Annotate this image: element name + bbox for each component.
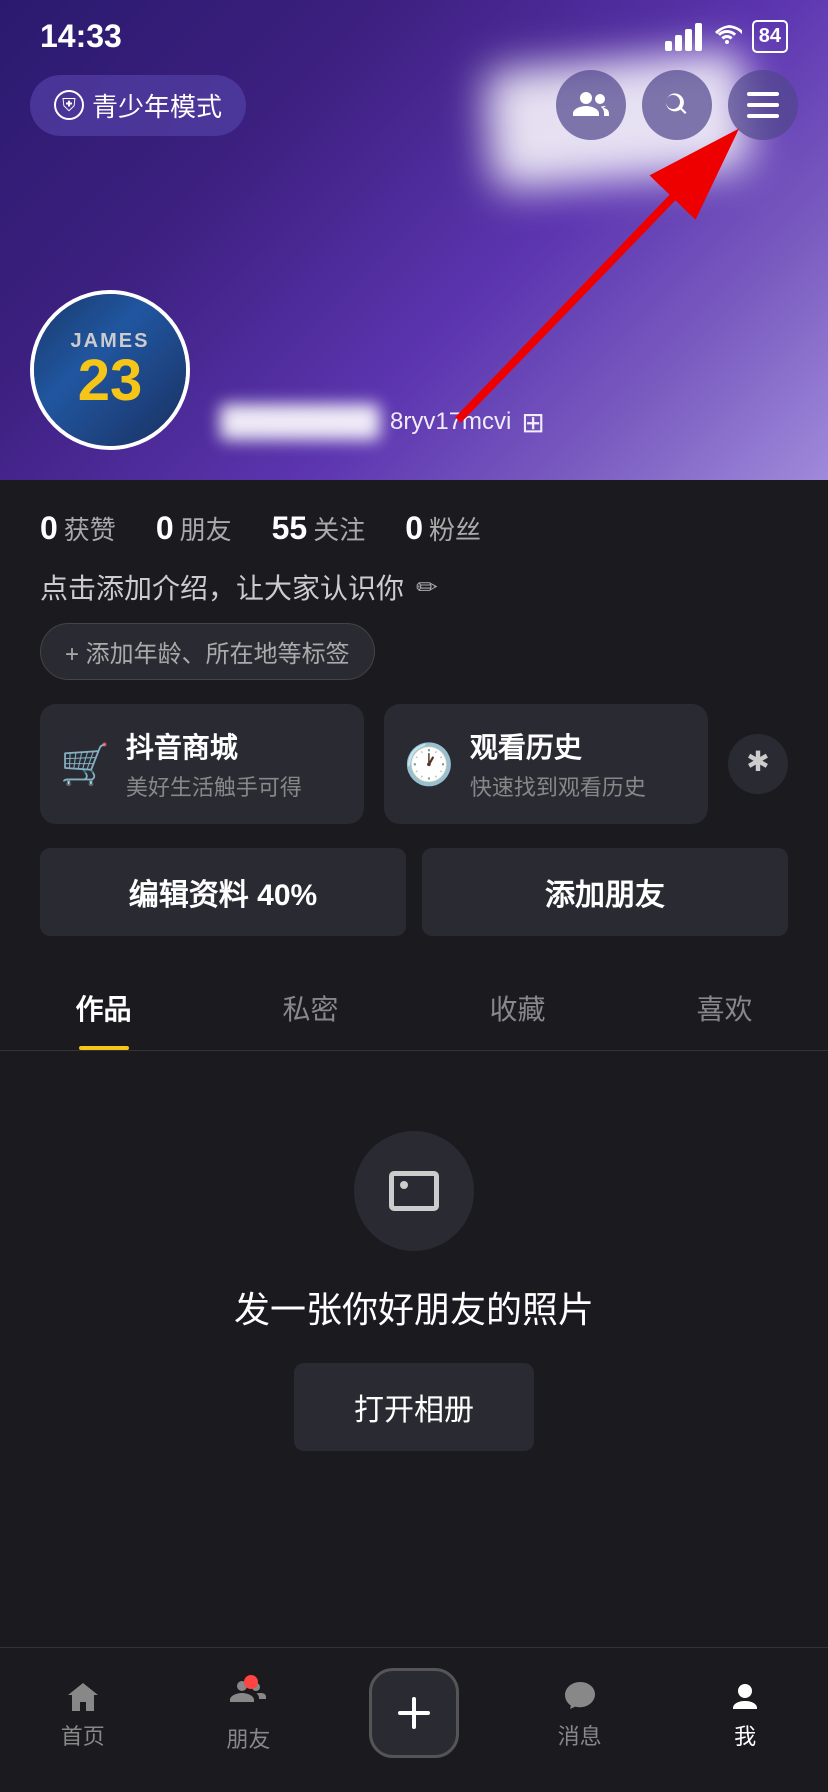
- tab-collect[interactable]: 收藏: [414, 966, 621, 1050]
- top-bar: ⛨ 青少年模式: [0, 70, 828, 140]
- search-button[interactable]: [642, 70, 712, 140]
- history-title: 观看历史: [470, 726, 646, 766]
- nav-add-icon: [392, 1691, 436, 1735]
- profile-header: ⛨ 青少年模式: [0, 0, 828, 480]
- empty-state: 发一张你好朋友的照片 打开相册: [0, 1051, 828, 1511]
- stat-likes-num: 0: [40, 510, 58, 547]
- feature-card-shop[interactable]: 🛒 抖音商城 美好生活触手可得: [40, 704, 364, 824]
- avatar[interactable]: JAMES 23: [30, 290, 190, 450]
- open-album-label: 打开相册: [354, 1394, 474, 1427]
- signal-icon: [665, 23, 702, 51]
- feature-card-history[interactable]: 🕐 观看历史 快速找到观看历史: [384, 704, 708, 824]
- stat-friends[interactable]: 0 朋友: [156, 510, 232, 547]
- menu-button[interactable]: [728, 70, 798, 140]
- nav-friends-notification-dot: [244, 1675, 258, 1689]
- empty-icon-circle: [354, 1131, 474, 1251]
- user-id-row: 8ryv17mcvi ⊞: [220, 404, 545, 440]
- bio-row[interactable]: 点击添加介绍，让大家认识你 ✏: [0, 567, 828, 623]
- asterisk-icon: ✱: [743, 749, 773, 779]
- status-bar: 14:33 84: [0, 0, 828, 65]
- stat-following-label: 关注: [313, 510, 365, 547]
- history-card-texts: 观看历史 快速找到观看历史: [470, 726, 646, 802]
- bio-edit-icon: ✏: [416, 572, 438, 603]
- tab-private[interactable]: 私密: [207, 966, 414, 1050]
- nav-messages-label: 消息: [558, 1719, 602, 1751]
- avatar-area: JAMES 23: [30, 290, 190, 450]
- add-friend-label: 添加朋友: [545, 879, 665, 912]
- action-buttons: 编辑资料 40% 添加朋友: [0, 848, 828, 966]
- open-album-button[interactable]: 打开相册: [294, 1363, 534, 1451]
- empty-text: 发一张你好朋友的照片: [234, 1281, 594, 1333]
- messages-icon: [562, 1679, 598, 1715]
- stat-fans-num: 0: [405, 510, 423, 547]
- tabs-row: 作品 私密 收藏 喜欢: [0, 966, 828, 1051]
- bio-text: 点击添加介绍，让大家认识你: [40, 567, 404, 607]
- stat-following[interactable]: 55 关注: [272, 510, 366, 547]
- nav-home-label: 首页: [61, 1719, 105, 1751]
- menu-icon: [747, 92, 779, 118]
- add-tag-button[interactable]: + 添加年龄、所在地等标签: [40, 623, 375, 680]
- search-icon: [661, 89, 693, 121]
- nav-add[interactable]: [364, 1668, 464, 1762]
- add-tag-label: + 添加年龄、所在地等标签: [65, 634, 350, 669]
- edit-profile-label: 编辑资料 40%: [129, 879, 317, 912]
- bottom-nav: 首页 朋友 消息 我: [0, 1647, 828, 1792]
- nav-me[interactable]: 我: [695, 1679, 795, 1751]
- shop-icon: 🛒: [60, 741, 110, 788]
- edit-profile-button[interactable]: 编辑资料 40%: [40, 848, 406, 936]
- stats-row: 0 获赞 0 朋友 55 关注 0 粉丝: [0, 480, 828, 567]
- tab-works[interactable]: 作品: [0, 966, 207, 1050]
- youth-mode-icon: ⛨: [54, 90, 84, 120]
- shop-card-texts: 抖音商城 美好生活触手可得: [126, 726, 302, 802]
- youth-mode-button[interactable]: ⛨ 青少年模式: [30, 75, 246, 136]
- user-id: 8ryv17mcvi: [390, 408, 511, 436]
- home-icon: [65, 1679, 101, 1715]
- nav-me-icon: [727, 1679, 763, 1715]
- history-icon: 🕐: [404, 741, 454, 788]
- top-bar-right-icons: [556, 70, 798, 140]
- stat-friends-num: 0: [156, 510, 174, 547]
- shop-title: 抖音商城: [126, 726, 302, 766]
- status-time: 14:33: [40, 18, 122, 55]
- stat-likes[interactable]: 0 获赞: [40, 510, 116, 547]
- qr-code-icon[interactable]: ⊞: [521, 406, 544, 439]
- stat-following-num: 55: [272, 510, 308, 547]
- youth-mode-label: 青少年模式: [92, 87, 222, 124]
- nav-me-label: 我: [734, 1719, 756, 1751]
- stat-fans-label: 粉丝: [429, 510, 481, 547]
- nav-add-button[interactable]: [369, 1668, 459, 1758]
- history-sub: 快速找到观看历史: [470, 770, 646, 802]
- svg-text:✱: ✱: [746, 749, 769, 777]
- nav-friends-label: 朋友: [226, 1722, 270, 1754]
- photo-icon: [384, 1161, 444, 1221]
- battery-icon: 84: [752, 20, 788, 53]
- avatar-image: JAMES 23: [34, 294, 186, 446]
- stat-fans[interactable]: 0 粉丝: [405, 510, 481, 547]
- nav-friends[interactable]: 朋友: [198, 1677, 298, 1754]
- nav-messages[interactable]: 消息: [530, 1679, 630, 1751]
- username-blurred: [220, 404, 380, 440]
- shop-sub: 美好生活触手可得: [126, 770, 302, 802]
- tags-row: + 添加年龄、所在地等标签: [0, 623, 828, 704]
- friends-icon-button[interactable]: [556, 70, 626, 140]
- wifi-icon: [712, 21, 742, 53]
- add-friend-button[interactable]: 添加朋友: [422, 848, 788, 936]
- people-icon: [573, 90, 609, 120]
- nav-home[interactable]: 首页: [33, 1679, 133, 1751]
- stat-friends-label: 朋友: [180, 510, 232, 547]
- feature-cards: 🛒 抖音商城 美好生活触手可得 🕐 观看历史 快速找到观看历史 ✱: [0, 704, 828, 848]
- status-icons: 84: [665, 20, 788, 53]
- feature-more-button[interactable]: ✱: [728, 734, 788, 794]
- profile-body: 0 获赞 0 朋友 55 关注 0 粉丝 点击添加介绍，让大家认识你 ✏ + 添…: [0, 480, 828, 1671]
- tab-like[interactable]: 喜欢: [621, 966, 828, 1050]
- stat-likes-label: 获赞: [64, 510, 116, 547]
